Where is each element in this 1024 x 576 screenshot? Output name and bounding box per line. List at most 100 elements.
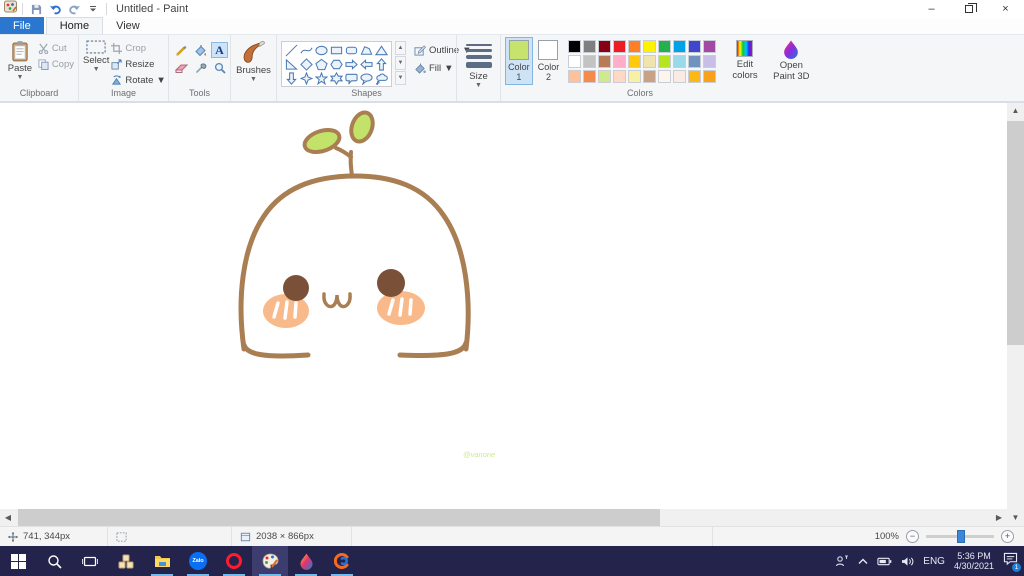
zoom-out-button[interactable]: − [906, 530, 919, 543]
scroll-down-icon[interactable]: ▼ [1012, 510, 1020, 526]
palette-swatch[interactable] [703, 70, 717, 83]
eraser-tool[interactable] [173, 60, 190, 76]
select-button[interactable]: Select ▼ [83, 37, 109, 73]
undo-icon[interactable] [47, 1, 63, 17]
zoom-in-button[interactable]: + [1001, 530, 1014, 543]
color1-button[interactable]: Color 1 [505, 37, 533, 85]
magnifier-tool[interactable] [211, 60, 228, 76]
hidden-icons-chevron-icon[interactable] [858, 558, 868, 565]
taskbar-tiles-app-icon[interactable] [108, 546, 144, 576]
palette-swatch[interactable] [628, 55, 642, 68]
palette-swatch[interactable] [568, 55, 582, 68]
paste-button[interactable]: Paste ▼ [4, 37, 36, 81]
quick-access-dropdown-icon[interactable] [85, 1, 101, 17]
palette-swatch[interactable] [688, 55, 702, 68]
shape-callout-oval[interactable] [359, 71, 374, 85]
shape-star-5[interactable] [314, 71, 329, 85]
palette-swatch[interactable] [643, 55, 657, 68]
taskbar-paint-3d-icon[interactable] [288, 546, 324, 576]
palette-swatch[interactable] [613, 70, 627, 83]
palette-swatch[interactable] [628, 70, 642, 83]
save-button[interactable] [28, 1, 44, 17]
taskbar-zalo-icon[interactable]: Zalo [180, 546, 216, 576]
palette-swatch[interactable] [613, 55, 627, 68]
taskbar-opera-icon[interactable] [216, 546, 252, 576]
size-button[interactable]: Size ▼ [461, 37, 496, 89]
close-button[interactable]: × [987, 0, 1024, 18]
vertical-scroll-thumb[interactable] [1007, 121, 1024, 345]
taskbar-paint-icon[interactable] [252, 546, 288, 576]
tab-file[interactable]: File [0, 17, 44, 34]
scroll-right-icon[interactable]: ▶ [991, 513, 1007, 522]
taskbar-file-explorer-icon[interactable] [144, 546, 180, 576]
shape-ellipse[interactable] [314, 43, 329, 57]
palette-swatch[interactable] [568, 70, 582, 83]
horizontal-scroll-thumb[interactable] [18, 509, 660, 526]
palette-swatch[interactable] [643, 40, 657, 53]
taskbar-swirl-app-icon[interactable] [324, 546, 360, 576]
shape-polygon[interactable] [359, 43, 374, 57]
palette-swatch[interactable] [568, 40, 582, 53]
scroll-up-icon[interactable]: ▲ [1012, 103, 1020, 119]
people-icon[interactable] [835, 555, 849, 567]
shape-right-triangle[interactable] [284, 57, 299, 71]
shapes-scroll-up-icon[interactable]: ▲ [395, 41, 406, 55]
eyedropper-tool[interactable] [192, 60, 209, 76]
brushes-button[interactable]: Brushes ▼ [235, 37, 272, 83]
open-paint3d-button[interactable]: Open Paint 3D [769, 37, 814, 82]
shape-arrow-down[interactable] [284, 71, 299, 85]
language-indicator[interactable]: ENG [923, 556, 945, 567]
shape-star-4[interactable] [299, 71, 314, 85]
palette-swatch[interactable] [628, 40, 642, 53]
horizontal-scrollbar[interactable]: ◀ ▶ [0, 509, 1007, 526]
palette-swatch[interactable] [598, 70, 612, 83]
palette-swatch[interactable] [658, 40, 672, 53]
taskbar-start-icon[interactable] [0, 546, 36, 576]
tab-view[interactable]: View [103, 17, 153, 34]
minimize-button[interactable]: – [913, 0, 950, 18]
palette-swatch[interactable] [583, 40, 597, 53]
shape-arrow-left[interactable] [359, 57, 374, 71]
color2-button[interactable]: Color 2 [535, 37, 563, 85]
text-tool[interactable]: A [211, 42, 228, 58]
palette-swatch[interactable] [673, 40, 687, 53]
shape-pentagon[interactable] [314, 57, 329, 71]
shape-callout-cloud[interactable] [374, 71, 389, 85]
rotate-button[interactable]: Rotate ▼ [111, 73, 166, 87]
palette-swatch[interactable] [688, 70, 702, 83]
pencil-tool[interactable] [173, 42, 190, 58]
shape-hexagon[interactable] [329, 57, 344, 71]
shape-diamond[interactable] [299, 57, 314, 71]
drawing-canvas[interactable]: @vanone [0, 103, 1007, 509]
taskbar-search-icon[interactable] [36, 546, 72, 576]
tab-home[interactable]: Home [45, 17, 104, 34]
fill-bucket-tool[interactable] [192, 42, 209, 58]
clock[interactable]: 5:36 PM 4/30/2021 [954, 551, 994, 572]
scroll-left-icon[interactable]: ◀ [0, 513, 16, 522]
palette-swatch[interactable] [673, 55, 687, 68]
shapes-scroll-down-icon[interactable]: ▼ [395, 56, 406, 70]
palette-swatch[interactable] [658, 55, 672, 68]
redo-icon[interactable] [66, 1, 82, 17]
copy-button[interactable]: Copy [38, 57, 74, 71]
vertical-scrollbar[interactable]: ▲ ▼ [1007, 103, 1024, 526]
palette-swatch[interactable] [598, 55, 612, 68]
palette-swatch[interactable] [613, 40, 627, 53]
palette-swatch[interactable] [688, 40, 702, 53]
shape-triangle[interactable] [374, 43, 389, 57]
palette-swatch[interactable] [583, 55, 597, 68]
shapes-more-icon[interactable]: ▼ [395, 71, 406, 85]
edit-colors-button[interactable]: Edit colors [723, 37, 766, 81]
palette-swatch[interactable] [598, 40, 612, 53]
restore-button[interactable] [950, 0, 987, 18]
zoom-slider[interactable] [926, 530, 994, 543]
zoom-slider-thumb[interactable] [957, 530, 965, 543]
shape-arrow-right[interactable] [344, 57, 359, 71]
taskbar-task-view-icon[interactable] [72, 546, 108, 576]
shape-arrow-up[interactable] [374, 57, 389, 71]
shape-rounded-rectangle[interactable] [344, 43, 359, 57]
palette-swatch[interactable] [643, 70, 657, 83]
shape-curve[interactable] [299, 43, 314, 57]
palette-swatch[interactable] [703, 40, 717, 53]
palette-swatch[interactable] [673, 70, 687, 83]
